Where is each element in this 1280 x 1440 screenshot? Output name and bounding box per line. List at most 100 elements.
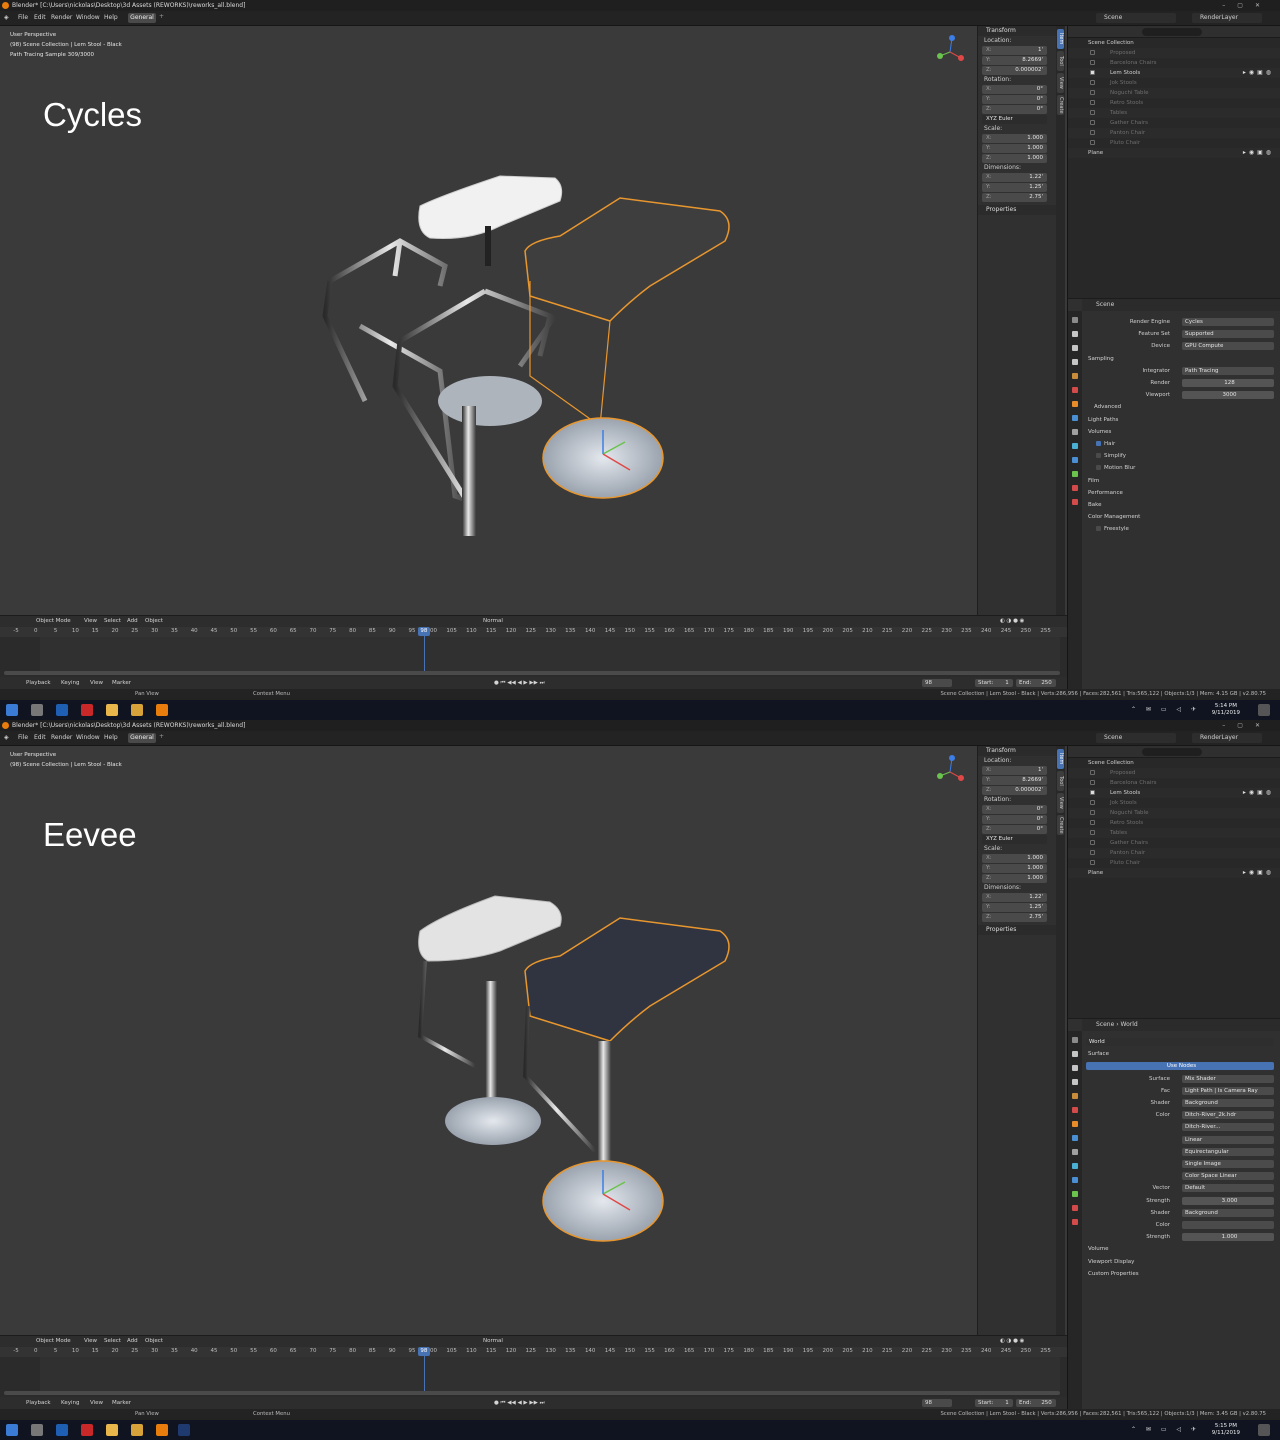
scale-x-field[interactable]: X: 1.000 [982,854,1047,863]
timeline-scrollbar[interactable] [4,671,1060,675]
property-value-field[interactable]: Default [1182,1184,1274,1193]
shading-buttons[interactable]: ◐ ◑ ● ◉ [1000,1338,1024,1344]
timeline-menu-playback[interactable]: Playback [26,680,51,686]
rotation-x-field[interactable]: X: 0° [982,85,1047,94]
properties-header[interactable]: Properties [978,205,1057,215]
properties-tab-icon[interactable] [1072,359,1078,365]
dimensions-z-field[interactable]: Z: 2.75' [982,913,1047,922]
visibility-icons[interactable]: ▸◉▣◍ [1243,68,1274,78]
panel-header[interactable]: Sampling [1088,354,1114,364]
property-value-field[interactable]: GPU Compute [1182,342,1274,351]
end-frame-field[interactable]: End: 250 [1016,679,1056,687]
viewport-menu-view[interactable]: View [84,1338,97,1344]
menu-render[interactable]: Render [51,734,72,741]
mode-select[interactable]: Object Mode [36,1338,71,1344]
folder-icon[interactable] [131,1424,143,1436]
vivaldi-icon[interactable] [81,704,93,716]
file-explorer-icon[interactable] [106,704,118,716]
property-value-field[interactable]: Supported [1182,330,1274,339]
properties-tab-icon[interactable] [1072,429,1078,435]
menu-file[interactable]: File [18,14,28,21]
scene-selector[interactable]: Scene [1096,13,1176,23]
dimensions-z-field[interactable]: Z: 2.75' [982,193,1047,202]
properties-tab-icon[interactable] [1072,457,1078,463]
menu-window[interactable]: Window [76,14,100,21]
notification-icon[interactable] [1258,1424,1270,1436]
collection-checkbox[interactable] [1090,820,1095,825]
navigation-gizmo-icon[interactable] [932,754,968,790]
window-controls[interactable]: –▢✕ [1222,720,1272,731]
vivaldi-icon[interactable] [81,1424,93,1436]
timeline-menu-marker[interactable]: Marker [112,680,131,686]
collection-checkbox[interactable] [1090,50,1095,55]
collection-checkbox[interactable] [1090,120,1095,125]
properties-tab-icon[interactable] [1072,1037,1078,1043]
file-explorer-icon[interactable] [106,1424,118,1436]
timeline-menu-playback[interactable]: Playback [26,1400,51,1406]
property-value-field[interactable]: Path Tracing [1182,366,1274,375]
system-tray-icons[interactable]: ⌃ ✉ ▭ ◁ ✈ [1131,706,1200,713]
properties-tab-icon[interactable] [1072,1219,1078,1225]
shading-buttons[interactable]: ◐ ◑ ● ◉ [1000,618,1024,624]
collection-checkbox[interactable] [1090,860,1095,865]
property-value-field[interactable]: Equirectangular [1182,1147,1274,1156]
outliner-row[interactable]: Gather Chairs [1068,838,1280,848]
properties-tab-icon[interactable] [1072,1135,1078,1141]
property-value-field[interactable]: 3000 [1182,391,1274,400]
add-workspace-button[interactable]: + [159,733,164,740]
menu-render[interactable]: Render [51,14,72,21]
location-y-field[interactable]: Y: 8.2669' [982,776,1047,785]
panel-header[interactable]: Film [1088,476,1099,486]
render-layer-selector[interactable]: RenderLayer [1192,13,1262,23]
panel-header[interactable]: Light Paths [1088,415,1118,425]
location-z-field[interactable]: Z: 0.000002' [982,66,1047,75]
blender-menu-icon[interactable]: ◈ [4,734,9,741]
task-view-icon[interactable] [31,1424,43,1436]
timeline-menu-keying[interactable]: Keying [61,1400,79,1406]
properties-tab-icon[interactable] [1072,1177,1078,1183]
properties-tab-icon[interactable] [1072,499,1078,505]
blender-icon[interactable] [156,1424,168,1436]
property-value-field[interactable]: 128 [1182,379,1274,387]
outliner-row[interactable]: Pluto Chair [1068,138,1280,148]
properties-tab-icon[interactable] [1072,387,1078,393]
current-frame-field[interactable]: 98 [922,679,952,687]
property-value-field[interactable]: 1.000 [1182,1233,1274,1242]
dimensions-y-field[interactable]: Y: 1.25' [982,903,1047,912]
photoshop-icon[interactable] [178,1424,190,1436]
collection-checkbox[interactable] [1090,110,1095,115]
outlook-icon[interactable] [56,704,68,716]
outliner-row[interactable]: Plane ▸◉▣◍ [1068,868,1280,878]
properties-tab-icon[interactable] [1072,1121,1078,1127]
collection-checkbox[interactable] [1090,790,1095,795]
panel-header[interactable]: Viewport Display [1088,1257,1134,1267]
outliner-row[interactable]: Tables [1068,828,1280,838]
property-value-field[interactable]: World [1086,1038,1274,1046]
collection-checkbox[interactable] [1090,800,1095,805]
property-value-field[interactable]: 3.000 [1182,1196,1274,1205]
outliner-row[interactable]: Lem Stools ▸◉▣◍ [1068,788,1280,798]
panel-header[interactable]: Bake [1088,500,1102,510]
menu-edit[interactable]: Edit [34,14,46,21]
collection-checkbox[interactable] [1090,770,1095,775]
end-frame-field[interactable]: End: 250 [1016,1399,1056,1407]
navigation-gizmo-icon[interactable] [932,34,968,70]
viewport-menu-add[interactable]: Add [127,1338,138,1344]
rotation-z-field[interactable]: Z: 0° [982,825,1047,834]
taskbar-clock[interactable]: 5:14 PM 9/11/2019 [1212,703,1240,717]
sidebar-tab-item[interactable]: Item [1057,29,1064,49]
timeline-menu-view[interactable]: View [90,1400,103,1406]
properties-tab-icon[interactable] [1072,1065,1078,1071]
workspace-tab-general[interactable]: General [128,13,156,23]
collection-checkbox[interactable] [1090,130,1095,135]
sidebar-tab-create[interactable]: Create [1057,815,1064,835]
menu-file[interactable]: File [18,734,28,741]
outliner-row[interactable]: Jok Stools [1068,78,1280,88]
menu-window[interactable]: Window [76,734,100,741]
menu-edit[interactable]: Edit [34,734,46,741]
outliner-row[interactable]: Retro Stools [1068,98,1280,108]
checkbox[interactable] [1096,441,1101,446]
viewport-menu-view[interactable]: View [84,618,97,624]
taskbar-clock[interactable]: 5:15 PM 9/11/2019 [1212,1423,1240,1437]
property-value-field[interactable]: Mix Shader [1182,1074,1274,1083]
